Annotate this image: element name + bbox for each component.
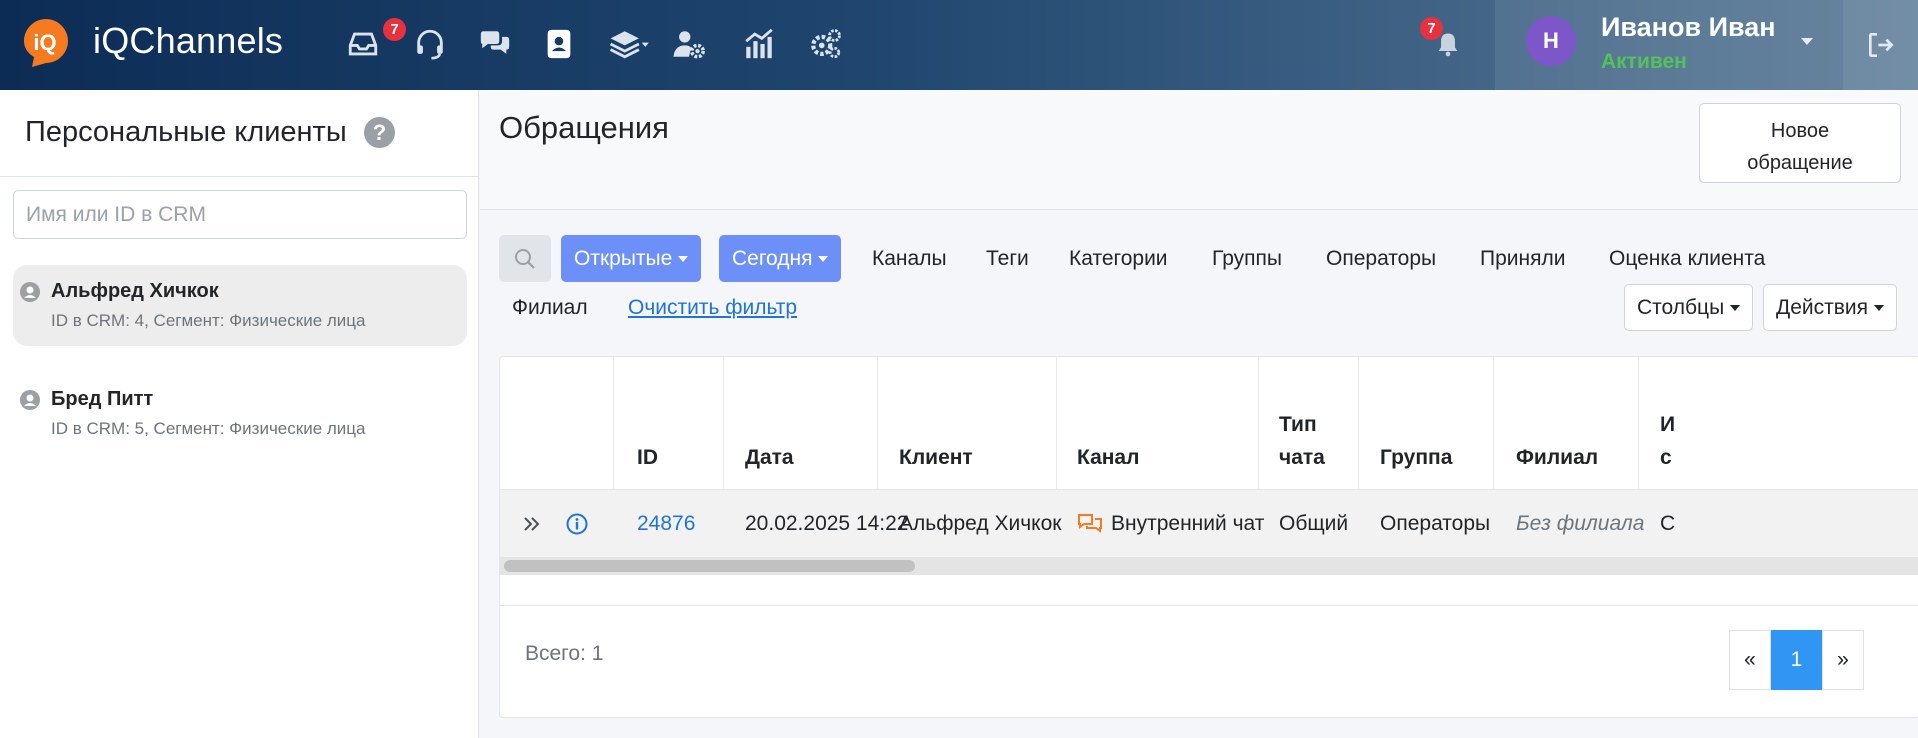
columns-label: Столбцы: [1637, 295, 1725, 319]
column-header-channel[interactable]: Канал: [1077, 441, 1139, 474]
filter-branch[interactable]: Филиал: [512, 296, 588, 320]
tickets-card: ID Дата Клиент Канал Тип чата Группа Фил…: [499, 356, 1918, 718]
top-navbar: iQ iQChannels 7 7 Н Иванов Иван Активен: [0, 0, 1918, 90]
client-details: ID в CRM: 4, Сегмент: Физические лица: [51, 311, 366, 330]
avatar: Н: [1526, 16, 1576, 66]
notifications-badge: 7: [1420, 17, 1443, 40]
user-menu[interactable]: Н Иванов Иван Активен: [1495, 0, 1843, 90]
new-ticket-button[interactable]: Новое обращение: [1699, 103, 1901, 183]
column-header-group[interactable]: Группа: [1380, 441, 1452, 474]
client-item[interactable]: Альфред Хичкок ID в CRM: 4, Сегмент: Физ…: [13, 265, 467, 346]
pagination-next[interactable]: »: [1822, 630, 1864, 690]
divider: [0, 176, 479, 177]
users-gear-icon[interactable]: [671, 26, 707, 62]
clients-sidebar: Персональные клиенты ? Альфред Хичкок ID…: [0, 90, 479, 738]
filter-search-button[interactable]: [499, 235, 551, 282]
new-ticket-label-line1: Новое: [1770, 119, 1830, 142]
page-title: Обращения: [499, 110, 669, 145]
column-header-branch[interactable]: Филиал: [1516, 441, 1598, 474]
ticket-branch: Без филиала: [1516, 512, 1645, 535]
client-search-input[interactable]: [13, 190, 467, 239]
client-item[interactable]: Бред Питт ID в CRM: 5, Сегмент: Физическ…: [13, 373, 467, 454]
total-count: Всего: 1: [525, 642, 604, 665]
inbox-icon[interactable]: [345, 26, 381, 62]
help-icon[interactable]: ?: [364, 117, 395, 148]
new-ticket-label-line2: обращение: [1747, 151, 1853, 174]
filter-tags[interactable]: Теги: [986, 247, 1029, 271]
filter-groups[interactable]: Группы: [1212, 247, 1282, 271]
column-header-cut[interactable]: И с: [1660, 408, 1680, 474]
filter-client-rating[interactable]: Оценка клиента: [1609, 247, 1765, 271]
actions-label: Действия: [1776, 295, 1869, 319]
column-header-client[interactable]: Клиент: [899, 441, 973, 474]
user-name: Иванов Иван: [1601, 12, 1776, 42]
iqchannels-logo[interactable]: iQ: [22, 17, 70, 69]
info-icon[interactable]: [566, 513, 588, 535]
person-icon: [20, 282, 40, 302]
ticket-date: 20.02.2025 14:22: [745, 512, 909, 535]
ticket-channel: Внутренний чат: [1111, 512, 1265, 535]
logout-button[interactable]: [1843, 0, 1918, 90]
tickets-table: ID Дата Клиент Канал Тип чата Группа Фил…: [500, 357, 1918, 581]
ticket-client: Альфред Хичкок: [899, 512, 1062, 535]
ticket-id-link[interactable]: 24876: [637, 512, 695, 536]
divider: [500, 605, 1918, 606]
actions-dropdown[interactable]: Действия: [1763, 284, 1898, 331]
status-filter-label: Открытые: [574, 246, 673, 270]
inbox-badge: 7: [383, 18, 406, 41]
chevron-down-icon: [1730, 304, 1741, 311]
ticket-chat-type: Общий: [1279, 512, 1349, 535]
column-header-date[interactable]: Дата: [745, 441, 794, 474]
clear-filter-link[interactable]: Очистить фильтр: [628, 296, 797, 320]
client-name: Бред Питт: [51, 388, 154, 410]
sidebar-title: Персональные клиенты: [25, 116, 347, 148]
horizontal-scrollbar[interactable]: [500, 557, 1918, 575]
pagination-prev[interactable]: «: [1729, 630, 1771, 690]
expand-row-icon[interactable]: [522, 514, 542, 534]
headset-icon[interactable]: [412, 26, 448, 62]
logo-text: iQ: [33, 30, 56, 55]
person-icon: [20, 390, 40, 410]
date-filter-label: Сегодня: [732, 246, 813, 270]
layers-icon[interactable]: [606, 26, 652, 62]
main-header: Обращения Новое обращение: [480, 90, 1918, 210]
filter-accepted[interactable]: Приняли: [1480, 247, 1565, 271]
chevron-down-icon: [818, 255, 829, 262]
chat-bubbles-icon[interactable]: [477, 26, 513, 62]
chevron-down-icon: [678, 255, 689, 262]
scrollbar-thumb[interactable]: [504, 560, 915, 572]
internal-chat-icon: [1078, 514, 1102, 533]
ticket-cut-cell: С: [1660, 512, 1676, 535]
table-row[interactable]: 24876 20.02.2025 14:22 Альфред Хичкок Вн…: [500, 489, 1918, 557]
tickets-panel: Открытые Сегодня Каналы Теги Категории Г…: [480, 210, 1918, 738]
app-brand: iQChannels: [93, 20, 284, 61]
chevron-down-icon: [1874, 304, 1885, 311]
status-filter-dropdown[interactable]: Открытые: [561, 235, 702, 282]
date-filter-dropdown[interactable]: Сегодня: [719, 235, 842, 282]
pagination-page-1[interactable]: 1: [1771, 630, 1822, 690]
search-icon: [515, 248, 535, 269]
client-details: ID в CRM: 5, Сегмент: Физические лица: [51, 419, 366, 438]
filter-channels[interactable]: Каналы: [872, 247, 947, 271]
chevron-down-icon: [1801, 38, 1813, 45]
filter-categories[interactable]: Категории: [1069, 247, 1168, 271]
logout-icon: [1868, 33, 1894, 57]
columns-dropdown[interactable]: Столбцы: [1624, 284, 1754, 331]
column-header-id[interactable]: ID: [637, 441, 658, 474]
client-name: Альфред Хичкок: [51, 280, 219, 302]
ticket-group: Операторы: [1380, 512, 1491, 535]
contacts-icon[interactable]: [541, 26, 577, 62]
filter-operators[interactable]: Операторы: [1326, 247, 1436, 271]
column-header-chat-type[interactable]: Тип чата: [1279, 408, 1339, 474]
analytics-icon[interactable]: [741, 26, 777, 62]
user-status: Активен: [1601, 50, 1687, 73]
settings-gears-icon[interactable]: [808, 26, 844, 62]
